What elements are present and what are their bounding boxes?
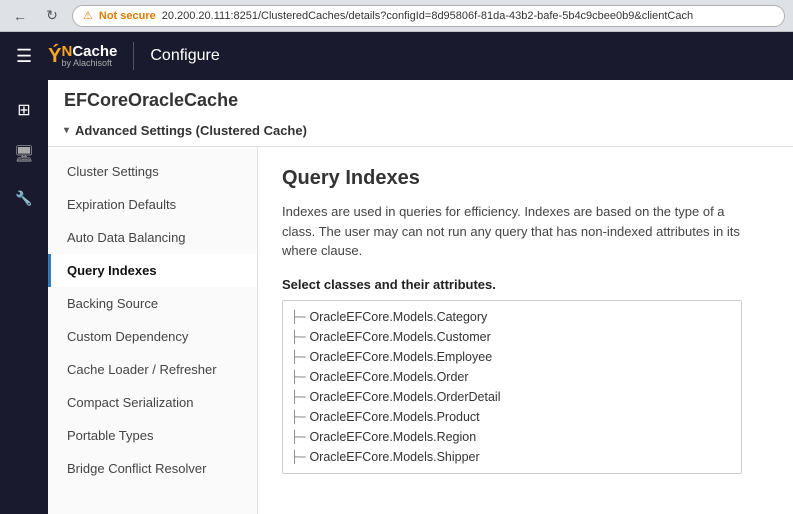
tree-branch-icon: ├─ [291,350,305,364]
security-label: Not secure [99,10,156,22]
query-panel-title: Query Indexes [282,167,769,190]
query-panel: Query Indexes Indexes are used in querie… [258,147,793,514]
nav-item-expiration-defaults[interactable]: Expiration Defaults [48,188,257,221]
sidebar-icon-monitor[interactable]: 🖥 [6,136,42,172]
tree-item-label: OracleEFCore.Models.Employee [309,350,492,364]
logo-y-icon: Ý [48,45,61,68]
header-divider [133,42,134,70]
tree-branch-icon: ├─ [291,370,305,384]
page-header: EFCoreOracleCache ▾ Advanced Settings (C… [48,80,793,147]
nav-item-cluster-settings[interactable]: Cluster Settings [48,155,257,188]
tree-item[interactable]: ├─ OracleEFCore.Models.Region [291,427,733,447]
tree-branch-icon: ├─ [291,410,305,424]
app-logo: Ý NCache by Alachisoft [48,44,117,68]
tree-item-label: OracleEFCore.Models.Category [309,310,487,324]
advanced-settings-bar: ▾ Advanced Settings (Clustered Cache) [64,117,777,142]
nav-item-compact-serialization[interactable]: Compact Serialization [48,386,257,419]
nav-item-custom-dependency[interactable]: Custom Dependency [48,320,257,353]
tree-branch-icon: ├─ [291,310,305,324]
tree-branch-icon: ├─ [291,450,305,464]
nav-item-portable-types[interactable]: Portable Types [48,419,257,452]
query-description: Indexes are used in queries for efficien… [282,202,742,261]
chevron-icon: ▾ [64,125,69,136]
advanced-settings-label: Advanced Settings (Clustered Cache) [75,123,307,138]
tree-item-label: OracleEFCore.Models.Product [309,410,479,424]
nav-sidebar: Cluster SettingsExpiration DefaultsAuto … [48,147,258,514]
tree-item[interactable]: ├─ OracleEFCore.Models.Customer [291,327,733,347]
tree-container: ├─ OracleEFCore.Models.Category ├─ OracleEF… [282,300,742,474]
address-bar[interactable]: ⚠ Not secure 20.200.20.111:8251/Clustere… [72,5,785,27]
nav-item-cache-loader-refresher[interactable]: Cache Loader / Refresher [48,353,257,386]
refresh-button[interactable]: ↻ [40,4,64,28]
back-button[interactable]: ← [8,4,32,28]
icon-sidebar: ⊞ 🖥 🔧 [0,80,48,514]
app-layout: ⊞ 🖥 🔧 EFCoreOracleCache ▾ Advanced Setti… [0,80,793,514]
tree-item-label: OracleEFCore.Models.OrderDetail [309,390,500,404]
tree-item[interactable]: ├─ OracleEFCore.Models.Employee [291,347,733,367]
tree-item[interactable]: ├─ OracleEFCore.Models.Category [291,307,733,327]
tree-branch-icon: ├─ [291,330,305,344]
header-title: Configure [150,47,219,65]
tree-item[interactable]: ├─ OracleEFCore.Models.Shipper [291,447,733,467]
select-classes-label: Select classes and their attributes. [282,277,769,292]
browser-bar: ← ↻ ⚠ Not secure 20.200.20.111:8251/Clus… [0,0,793,32]
tree-branch-icon: ├─ [291,390,305,404]
nav-item-backing-source[interactable]: Backing Source [48,287,257,320]
content-area: Cluster SettingsExpiration DefaultsAuto … [48,147,793,514]
sidebar-icon-wrench[interactable]: 🔧 [6,180,42,216]
hamburger-button[interactable]: ☰ [12,43,36,69]
logo-sub: by Alachisoft [61,59,117,68]
tree-item-label: OracleEFCore.Models.Region [309,430,476,444]
app-header: ☰ Ý NCache by Alachisoft Configure [0,32,793,80]
tree-item-label: OracleEFCore.Models.Order [309,370,468,384]
sidebar-icon-grid[interactable]: ⊞ [6,92,42,128]
tree-item-label: OracleEFCore.Models.Shipper [309,450,479,464]
nav-item-auto-data-balancing[interactable]: Auto Data Balancing [48,221,257,254]
tree-item[interactable]: ├─ OracleEFCore.Models.Order [291,367,733,387]
tree-item[interactable]: ├─ OracleEFCore.Models.OrderDetail [291,387,733,407]
tree-branch-icon: ├─ [291,430,305,444]
page-title: EFCoreOracleCache [64,90,777,111]
tree-item-label: OracleEFCore.Models.Customer [309,330,490,344]
lock-icon: ⚠ [83,9,93,22]
nav-item-query-indexes[interactable]: Query Indexes [48,254,257,287]
main-content: EFCoreOracleCache ▾ Advanced Settings (C… [48,80,793,514]
nav-item-bridge-conflict-resolver[interactable]: Bridge Conflict Resolver [48,452,257,485]
address-text: 20.200.20.111:8251/ClusteredCaches/detai… [162,10,693,22]
tree-item[interactable]: ├─ OracleEFCore.Models.Product [291,407,733,427]
